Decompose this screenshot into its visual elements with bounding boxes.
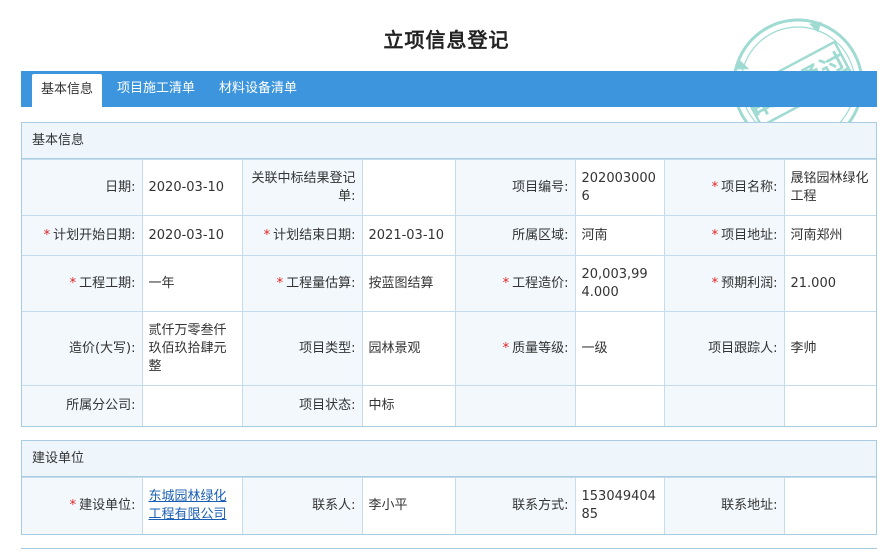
page-title: 立项信息登记 bbox=[383, 28, 510, 52]
basic-info-section: 基本信息 日期: 2020-03-10 关联中标结果登记单: 项目编号: 202… bbox=[21, 122, 877, 427]
tab-basic-info[interactable]: 基本信息 bbox=[32, 74, 102, 107]
builder-header: 建设单位 bbox=[22, 441, 876, 477]
tab-bar: 基本信息 项目施工清单 材料设备清单 bbox=[21, 71, 877, 107]
quality-value: 一级 bbox=[574, 311, 665, 386]
empty-cell bbox=[783, 385, 876, 426]
status-value: 中标 bbox=[361, 385, 456, 426]
cost-value: 20,003,994.000 bbox=[574, 255, 665, 312]
required-mark: * bbox=[69, 275, 77, 291]
next-section-edge bbox=[21, 548, 877, 552]
status-label: 项目状态: bbox=[241, 385, 363, 426]
required-mark: * bbox=[69, 497, 77, 513]
project-name-value: 晟铭园林绿化工程 bbox=[783, 159, 876, 216]
project-type-value: 园林景观 bbox=[361, 311, 456, 386]
cost-upper-label: 造价(大写): bbox=[22, 311, 143, 386]
empty-cell bbox=[574, 385, 665, 426]
plan-end-value: 2021-03-10 bbox=[361, 215, 456, 256]
bid-result-label: 关联中标结果登记单: bbox=[241, 159, 363, 216]
builder-unit-label: * 建设单位: bbox=[22, 477, 143, 534]
region-label: 所属区域: bbox=[454, 215, 576, 256]
region-value: 河南 bbox=[574, 215, 665, 256]
project-type-label: 项目类型: bbox=[241, 311, 363, 386]
phone-value: 15304940485 bbox=[574, 477, 665, 534]
branch-label: 所属分公司: bbox=[22, 385, 143, 426]
required-mark: * bbox=[502, 275, 510, 291]
cost-upper-value: 贰仟万零叁仟玖佰玖拾肆元整 bbox=[141, 311, 243, 386]
contact-address-value bbox=[783, 477, 876, 534]
profit-value: 21.000 bbox=[783, 255, 876, 312]
builder-section: 建设单位 * 建设单位: 东城园林绿化工程有限公司 联系人: 李小平 联系方式: … bbox=[21, 440, 877, 535]
empty-cell bbox=[663, 385, 785, 426]
required-mark: * bbox=[263, 227, 271, 243]
required-mark: * bbox=[711, 275, 719, 291]
empty-cell bbox=[454, 385, 576, 426]
estimate-label: * 工程量估算: bbox=[241, 255, 363, 312]
tab-construction-list[interactable]: 项目施工清单 bbox=[109, 71, 203, 107]
quality-label: * 质量等级: bbox=[454, 311, 576, 386]
project-no-value: 2020030006 bbox=[574, 159, 665, 216]
plan-start-value: 2020-03-10 bbox=[141, 215, 243, 256]
required-mark: * bbox=[711, 227, 719, 243]
contact-label: 联系人: bbox=[241, 477, 363, 534]
project-name-label: * 项目名称: bbox=[663, 159, 785, 216]
tab-material-equipment-list[interactable]: 材料设备清单 bbox=[211, 71, 305, 107]
required-mark: * bbox=[502, 340, 510, 356]
address-label: * 项目地址: bbox=[663, 215, 785, 256]
required-mark: * bbox=[43, 227, 51, 243]
basic-info-header: 基本信息 bbox=[22, 123, 876, 159]
address-value: 河南郑州 bbox=[783, 215, 876, 256]
builder-unit-cell: 东城园林绿化工程有限公司 bbox=[141, 477, 243, 534]
branch-value bbox=[141, 385, 243, 426]
tracker-value: 李帅 bbox=[783, 311, 876, 386]
bid-result-value bbox=[361, 159, 456, 216]
cost-label: * 工程造价: bbox=[454, 255, 576, 312]
phone-label: 联系方式: bbox=[454, 477, 576, 534]
profit-label: * 预期利润: bbox=[663, 255, 785, 312]
tracker-label: 项目跟踪人: bbox=[663, 311, 785, 386]
duration-label: * 工程工期: bbox=[22, 255, 143, 312]
contact-address-label: 联系地址: bbox=[663, 477, 785, 534]
date-label: 日期: bbox=[22, 159, 143, 216]
basic-info-table: 日期: 2020-03-10 关联中标结果登记单: 项目编号: 20200300… bbox=[22, 159, 876, 426]
required-mark: * bbox=[276, 275, 284, 291]
builder-unit-link[interactable]: 东城园林绿化工程有限公司 bbox=[149, 489, 227, 522]
plan-start-label: * 计划开始日期: bbox=[22, 215, 143, 256]
estimate-value: 按蓝图结算 bbox=[361, 255, 456, 312]
date-value: 2020-03-10 bbox=[141, 159, 243, 216]
required-mark: * bbox=[711, 179, 719, 195]
project-no-label: 项目编号: bbox=[454, 159, 576, 216]
duration-value: 一年 bbox=[141, 255, 243, 312]
builder-table: * 建设单位: 东城园林绿化工程有限公司 联系人: 李小平 联系方式: 15304… bbox=[22, 477, 876, 534]
contact-value: 李小平 bbox=[361, 477, 456, 534]
plan-end-label: * 计划结束日期: bbox=[241, 215, 363, 256]
